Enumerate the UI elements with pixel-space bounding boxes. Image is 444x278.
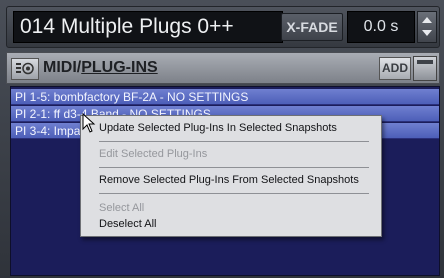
snapshot-plugins-panel: 014 Multiple Plugs 0++ X-FADE 0.0 s MIDI… [0, 0, 444, 278]
add-button[interactable]: ADD [379, 57, 411, 80]
menu-item-deselect-all[interactable]: Deselect All [99, 217, 156, 231]
xfade-spinner[interactable] [417, 11, 437, 43]
list-item[interactable]: PI 1-5: bombfactory BF-2A - NO SETTINGS [11, 89, 439, 105]
xfade-button[interactable]: X-FADE [281, 13, 343, 41]
context-menu: Update Selected Plug-Ins In Selected Sna… [80, 115, 382, 237]
menu-item-select-all: Select All [99, 202, 145, 214]
plugins-section-bar: MIDI/PLUG-INS ADD [6, 52, 440, 84]
menu-separator [99, 141, 369, 142]
menu-separator [99, 193, 369, 194]
section-title-main: PLUG-INS [81, 59, 158, 76]
menu-item-remove[interactable]: Remove Selected Plug-Ins From Selected S… [99, 173, 359, 187]
snapshot-name-field[interactable]: 014 Multiple Plugs 0++ [13, 11, 283, 43]
xfade-time-field[interactable]: 0.0 s [347, 11, 415, 43]
menu-item-edit: Edit Selected Plug-Ins [99, 148, 208, 160]
mouse-cursor-icon [82, 113, 96, 133]
spin-down-icon[interactable] [422, 30, 432, 36]
section-title-prefix: MIDI/ [43, 59, 82, 76]
menu-item-update[interactable]: Update Selected Plug-Ins In Selected Sna… [99, 121, 337, 135]
list-toggle-icon[interactable] [413, 56, 437, 81]
plugin-section-icon[interactable] [11, 58, 39, 80]
section-title: MIDI/PLUG-INS [43, 53, 158, 83]
snapshot-header: 014 Multiple Plugs 0++ X-FADE 0.0 s [6, 6, 440, 48]
menu-separator [99, 167, 369, 168]
spin-up-icon[interactable] [422, 17, 432, 23]
